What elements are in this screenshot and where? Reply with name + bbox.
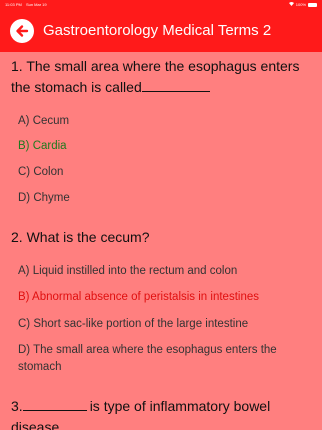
- question-3-blank: [22, 397, 87, 411]
- question-2-option-a[interactable]: A) Liquid instilled into the rectum and …: [18, 263, 314, 280]
- question-2-option-d[interactable]: D) The small area where the esophagus en…: [18, 342, 314, 376]
- page-title: Gastroentorology Medical Terms 2: [43, 22, 272, 39]
- status-time: 11:03 PM: [5, 2, 22, 7]
- question-1: 1. The small area where the esophagus en…: [11, 56, 321, 98]
- status-date: Sun Mar 19: [25, 2, 47, 7]
- back-button[interactable]: [10, 18, 34, 43]
- question-2-option-b[interactable]: B) Abnormal absence of peristalsis in in…: [18, 289, 314, 306]
- question-1-option-b[interactable]: B) Cardia: [18, 138, 314, 155]
- battery-percentage: 100%: [295, 2, 306, 7]
- status-left: 11:03 PM Sun Mar 19: [5, 2, 47, 7]
- question-1-option-a[interactable]: A) Cecum: [18, 113, 314, 130]
- navigation-bar: Gastroentorology Medical Terms 2: [0, 9, 322, 52]
- question-2-option-c[interactable]: C) Short sac-like portion of the large i…: [18, 316, 314, 333]
- battery-icon: [308, 2, 317, 7]
- question-1-option-c[interactable]: C) Colon: [18, 164, 314, 181]
- question-1-blank: [141, 78, 210, 92]
- question-3-number: 3.: [11, 398, 23, 414]
- status-right: 100%: [288, 2, 317, 7]
- question-1-option-d[interactable]: D) Chyme: [18, 190, 314, 207]
- wifi-icon: [288, 2, 294, 7]
- status-bar: 11:03 PM Sun Mar 19 100%: [0, 0, 322, 9]
- question-3: 3. is type of inflammatory bowel disease.: [11, 396, 321, 430]
- arrow-left-icon: [16, 24, 29, 37]
- question-2: 2. What is the cecum?: [11, 229, 150, 245]
